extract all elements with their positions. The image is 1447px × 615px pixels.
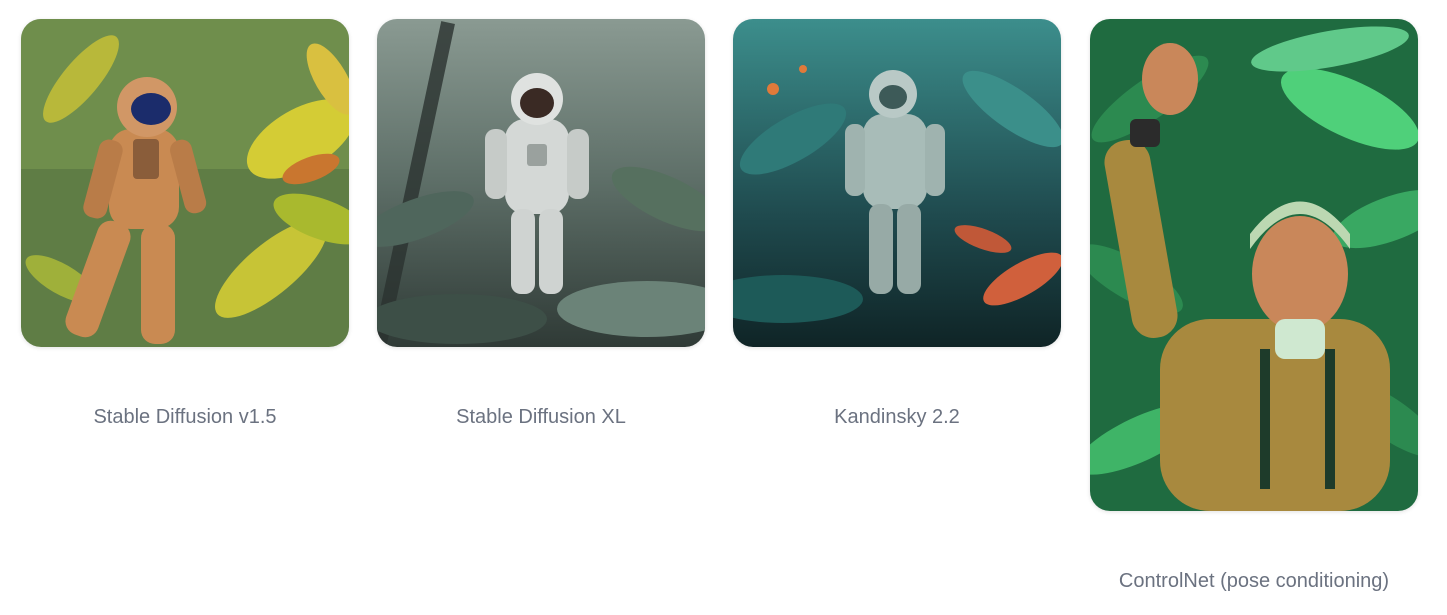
gallery-item-sd15: Stable Diffusion v1.5	[21, 19, 349, 428]
gallery-caption: Kandinsky 2.2	[834, 406, 960, 428]
sd15-image[interactable]	[21, 19, 349, 347]
model-comparison-gallery: Stable Diffusion v1.5 Stable Diffusion X…	[0, 0, 1447, 615]
sdxl-image[interactable]	[377, 19, 705, 347]
controlnet-image[interactable]	[1090, 19, 1418, 511]
gallery-item-sdxl: Stable Diffusion XL	[377, 19, 705, 428]
gallery-item-kandinsky: Kandinsky 2.2	[733, 19, 1061, 428]
gallery-caption: Stable Diffusion v1.5	[93, 406, 277, 428]
kandinsky-image[interactable]	[733, 19, 1061, 347]
gallery-caption: Stable Diffusion XL	[456, 406, 626, 428]
gallery-caption: ControlNet (pose conditioning)	[1118, 570, 1390, 592]
gallery-item-controlnet: ControlNet (pose conditioning)	[1090, 19, 1418, 592]
